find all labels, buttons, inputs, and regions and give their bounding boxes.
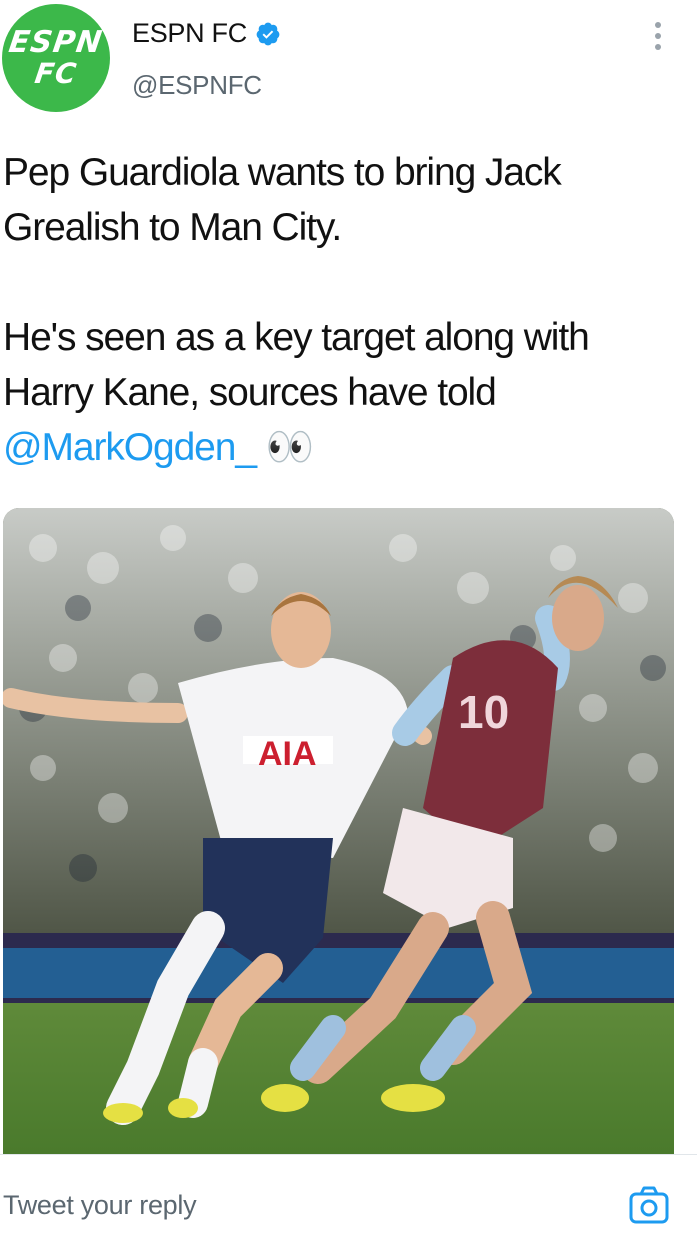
more-vertical-icon[interactable] <box>644 22 672 52</box>
svg-text:AIA: AIA <box>258 735 317 773</box>
tweet-header: ESPN FC ESPN FC @ESPNFC <box>0 0 697 120</box>
divider <box>0 1154 697 1155</box>
name-row: ESPN FC <box>132 18 281 49</box>
tweet-paragraph-2-text: He's seen as a key target along with Har… <box>3 316 590 414</box>
tweet-paragraph-2: He's seen as a key target along with Har… <box>3 310 683 475</box>
svg-text:10: 10 <box>458 686 509 738</box>
display-name[interactable]: ESPN FC <box>132 18 247 49</box>
avatar-logo-line2: FC <box>32 57 80 90</box>
avatar[interactable]: ESPN FC <box>2 4 110 112</box>
avatar-logo-line1: ESPN <box>7 25 106 60</box>
tweet-text: Pep Guardiola wants to bring Jack Greali… <box>3 145 683 475</box>
reply-input[interactable]: Tweet your reply <box>3 1190 197 1221</box>
verified-badge-icon <box>256 22 280 45</box>
camera-icon[interactable] <box>628 1184 670 1226</box>
mention-link[interactable]: @MarkOgden_ <box>3 426 257 469</box>
tweet-paragraph-1: Pep Guardiola wants to bring Jack Greali… <box>3 151 562 249</box>
tweet-photo[interactable]: AIA 10 <box>3 508 674 1154</box>
photo-illustration: AIA 10 <box>3 508 674 1154</box>
handle[interactable]: @ESPNFC <box>132 70 262 101</box>
eyes-emoji: 👀 <box>265 426 315 469</box>
